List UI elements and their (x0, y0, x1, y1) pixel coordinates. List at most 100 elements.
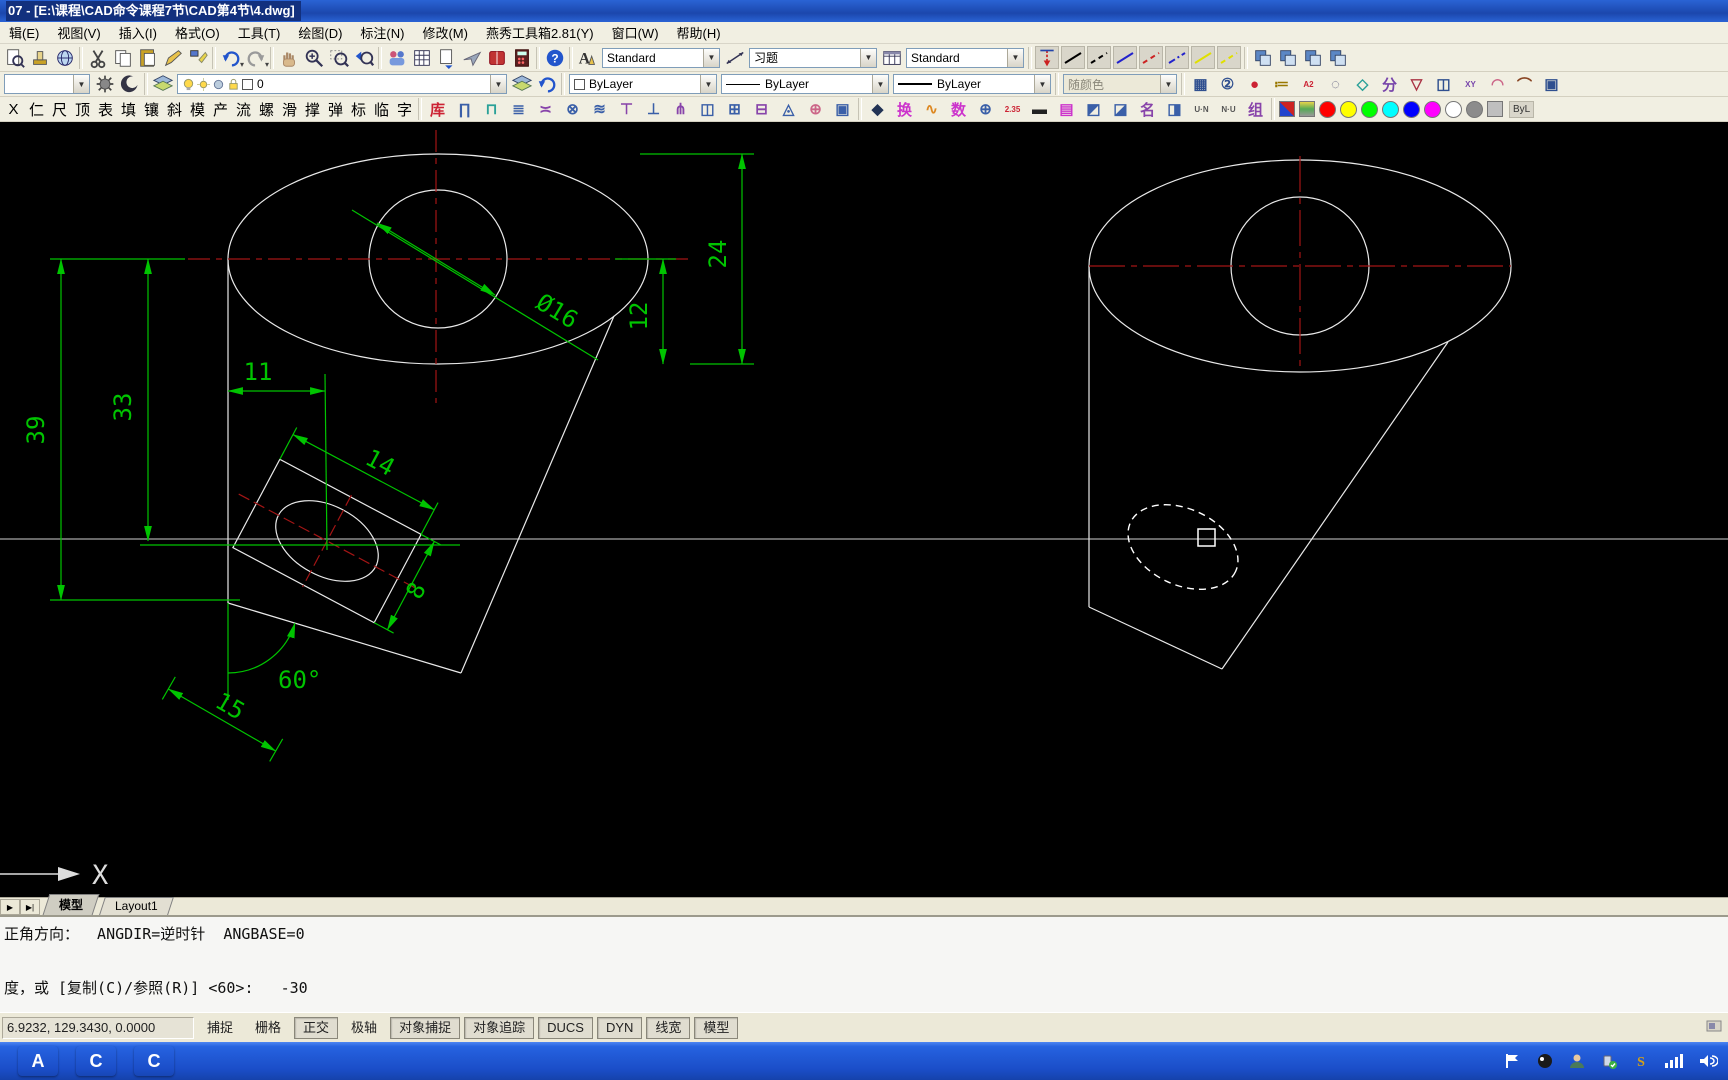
menu-item[interactable]: 工具(T) (229, 24, 290, 43)
toolbar-icon[interactable] (185, 46, 210, 69)
yanxiu-tool-icon[interactable]: A2 (1295, 73, 1322, 96)
toolbar-icon[interactable] (484, 46, 509, 69)
yanxiu-tool-icon[interactable]: ⊞ (721, 98, 748, 121)
draw-order-back-icon[interactable] (1275, 46, 1300, 69)
status-toggle-button[interactable]: 线宽 (646, 1016, 691, 1039)
yanxiu-tool-icon[interactable]: ◇ (1349, 73, 1376, 96)
dimension-11[interactable]: 11 (227, 358, 328, 551)
color-palette-gray-button[interactable] (1487, 101, 1503, 117)
layer-properties-icon[interactable] (150, 73, 175, 96)
toolbar-icon[interactable] (27, 46, 52, 69)
yanxiu-char-button[interactable]: 字 (393, 98, 416, 121)
yanxiu-tool-icon[interactable]: 2.35 (999, 98, 1026, 121)
status-toggle-button[interactable]: 栅格 (246, 1017, 290, 1039)
sougou-icon[interactable]: S (1632, 1052, 1650, 1070)
dimension-diameter-16[interactable]: Ø16 (351, 209, 599, 361)
menu-item[interactable]: 修改(M) (413, 24, 477, 43)
color-combo[interactable]: ByLayer ▼ (569, 74, 717, 94)
right-view-centerlines[interactable] (1089, 156, 1511, 372)
yanxiu-tool-icon[interactable]: ≋ (586, 98, 613, 121)
taskbar-app-c-orange[interactable]: C (76, 1046, 116, 1076)
draw-order-front-icon[interactable] (1250, 46, 1275, 69)
yanxiu-char-button[interactable]: 滑 (278, 98, 301, 121)
yanxiu-tool-icon[interactable]: ▦ (1187, 73, 1214, 96)
toolbar-icon[interactable] (459, 46, 484, 69)
chevron-down-icon[interactable]: ▼ (703, 48, 719, 67)
text-style-icon[interactable] (575, 46, 600, 69)
color-palette-button[interactable] (1445, 100, 1462, 118)
yanxiu-tool-icon[interactable]: N·U (1215, 98, 1242, 121)
toolbar-icon[interactable] (351, 46, 376, 69)
layer-lock-icon[interactable] (227, 78, 240, 91)
yanxiu-tool-icon[interactable]: ◫ (1430, 73, 1457, 96)
toolbar-icon[interactable] (110, 46, 135, 69)
menu-item[interactable]: 视图(V) (48, 24, 109, 43)
dim-style-combo[interactable]: 习题 ▼ (749, 47, 877, 68)
yanxiu-tool-icon[interactable]: ≍ (532, 98, 559, 121)
draw-order-above-icon[interactable] (1300, 46, 1325, 69)
status-toggle-button[interactable]: 模型 (694, 1016, 739, 1039)
lineweight-combo[interactable]: ByLayer ▼ (893, 74, 1051, 94)
yanxiu-tool-icon[interactable]: ▬ (1026, 98, 1053, 121)
toolbar-icon[interactable] (218, 46, 244, 69)
yanxiu-char-button[interactable]: 表 (94, 98, 117, 121)
linetype-sample-button[interactable] (1217, 46, 1241, 69)
bylayer-color-button[interactable]: ByL (1509, 100, 1535, 118)
taskbar-app-autocad[interactable]: A (18, 1046, 58, 1076)
yanxiu-tool-icon[interactable]: ◆ (864, 98, 891, 121)
yanxiu-tool-icon[interactable]: 组 (1242, 98, 1269, 121)
linetype-sample-button[interactable] (1061, 46, 1085, 69)
chevron-down-icon[interactable]: ▼ (700, 75, 716, 93)
yanxiu-tool-icon[interactable]: ⊟ (748, 98, 775, 121)
color-palette-button[interactable] (1466, 100, 1483, 118)
status-toggle-button[interactable]: 对象追踪 (464, 1016, 535, 1039)
workspace-settings-icon[interactable] (117, 73, 142, 96)
yanxiu-char-button[interactable]: 仁 (25, 98, 48, 121)
yanxiu-char-button[interactable]: 临 (370, 98, 393, 121)
color-palette-button[interactable] (1382, 100, 1399, 118)
yanxiu-char-button[interactable]: 模 (186, 98, 209, 121)
workspace-combo[interactable]: ▼ (4, 74, 90, 94)
dimension-14[interactable]: 14 (279, 408, 449, 535)
yanxiu-tool-icon[interactable]: ⊥ (640, 98, 667, 121)
linetype-combo[interactable]: ByLayer ▼ (721, 74, 889, 94)
yanxiu-tool-icon[interactable]: ⊗ (559, 98, 586, 121)
yanxiu-tool-icon[interactable]: ◫ (694, 98, 721, 121)
color-palette-button[interactable] (1361, 100, 1378, 118)
toolbar-icon[interactable] (85, 46, 110, 69)
layer-previous-icon[interactable] (534, 73, 559, 96)
dim-update-icon[interactable] (1035, 46, 1059, 69)
toolbar-icon[interactable] (2, 46, 27, 69)
status-toggle-button[interactable]: 捕捉 (198, 1017, 242, 1039)
yanxiu-tool-icon[interactable]: ∿ (918, 98, 945, 121)
gradient-icon[interactable] (1299, 101, 1315, 117)
chevron-down-icon[interactable]: ▼ (872, 75, 888, 93)
layer-freeze-icon[interactable] (212, 78, 225, 91)
left-view-geometry[interactable] (227, 153, 649, 674)
linetype-sample-button[interactable] (1139, 46, 1163, 69)
yanxiu-tool-icon[interactable]: ⊕ (802, 98, 829, 121)
table-style-combo[interactable]: Standard ▼ (906, 47, 1024, 68)
menu-item[interactable]: 帮助(H) (668, 24, 730, 43)
yanxiu-tool-icon[interactable]: ≔ (1268, 73, 1295, 96)
yanxiu-char-button[interactable]: 镶 (140, 98, 163, 121)
yanxiu-tool-icon[interactable]: 分 (1376, 73, 1403, 96)
dimension-39[interactable]: 39 (22, 258, 240, 601)
menu-item[interactable]: 标注(N) (351, 24, 413, 43)
yanxiu-char-button[interactable]: 螺 (255, 98, 278, 121)
layer-on-bulb-icon[interactable] (182, 78, 195, 91)
dim-style-icon[interactable] (722, 46, 747, 69)
user-icon[interactable] (1568, 1052, 1586, 1070)
yanxiu-tool-icon[interactable]: ◪ (1107, 98, 1134, 121)
command-window[interactable]: 正角方向： ANGDIR=逆时针 ANGBASE=0 度，或 [复制(C)/参照… (0, 915, 1728, 1012)
yanxiu-tool-icon[interactable]: ⊓ (478, 98, 505, 121)
selected-ellipse-preview[interactable] (1114, 488, 1251, 606)
layer-states-icon[interactable] (509, 73, 534, 96)
chevron-down-icon[interactable]: ▼ (73, 75, 89, 93)
flag-icon[interactable] (1504, 1052, 1522, 1070)
text-style-combo[interactable]: Standard ▼ (602, 47, 720, 68)
status-toggle-button[interactable]: 极轴 (342, 1017, 386, 1039)
toolbar-icon[interactable] (434, 46, 459, 69)
yanxiu-tool-icon[interactable]: ⊤ (613, 98, 640, 121)
color-palette-button[interactable] (1403, 100, 1420, 118)
